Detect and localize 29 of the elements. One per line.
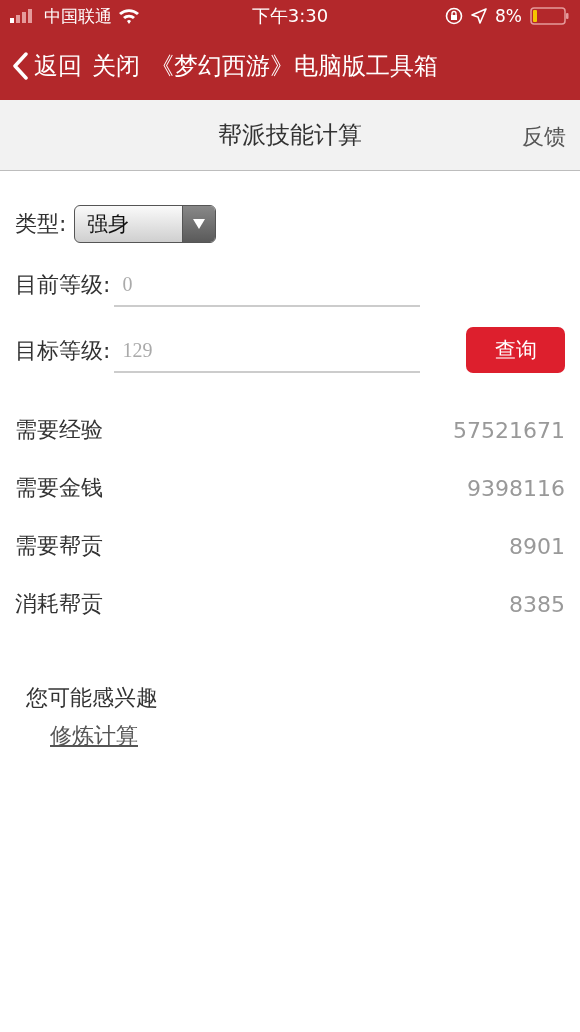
level-label: 目前等级:: [15, 271, 111, 299]
battery-percent: 8%: [495, 6, 522, 26]
dropdown-arrow-icon: [193, 219, 206, 229]
section-title: 帮派技能计算: [218, 120, 362, 151]
back-button[interactable]: 返回: [12, 50, 82, 82]
result-value: 8385: [509, 591, 565, 617]
chevron-left-icon: [12, 52, 28, 80]
result-label: 需要帮贡: [15, 532, 103, 560]
wifi-icon: [118, 8, 140, 24]
result-value: 9398116: [467, 475, 565, 501]
battery-icon: [530, 7, 570, 25]
result-label: 消耗帮贡: [15, 590, 103, 618]
close-button[interactable]: 关闭: [92, 50, 140, 82]
result-value: 8901: [509, 533, 565, 559]
carrier-name: 中国联通: [44, 4, 112, 28]
type-label: 类型:: [15, 210, 67, 238]
result-label: 需要金钱: [15, 474, 103, 502]
query-button[interactable]: 查询: [466, 327, 565, 373]
result-label: 需要经验: [15, 416, 103, 444]
type-dropdown[interactable]: 强身: [74, 205, 217, 243]
result-value: 57521671: [453, 417, 565, 443]
related-link[interactable]: 修炼计算: [50, 721, 138, 751]
related-title: 您可能感兴趣: [26, 684, 158, 712]
feedback-link[interactable]: 反馈: [522, 122, 566, 152]
page-title: 《梦幻西游》电脑版工具箱: [150, 51, 438, 82]
location-icon: [471, 8, 487, 24]
status-time: 下午3:30: [251, 4, 329, 28]
level-label: 目标等级:: [15, 337, 111, 365]
rotation-lock-icon: [445, 7, 463, 25]
